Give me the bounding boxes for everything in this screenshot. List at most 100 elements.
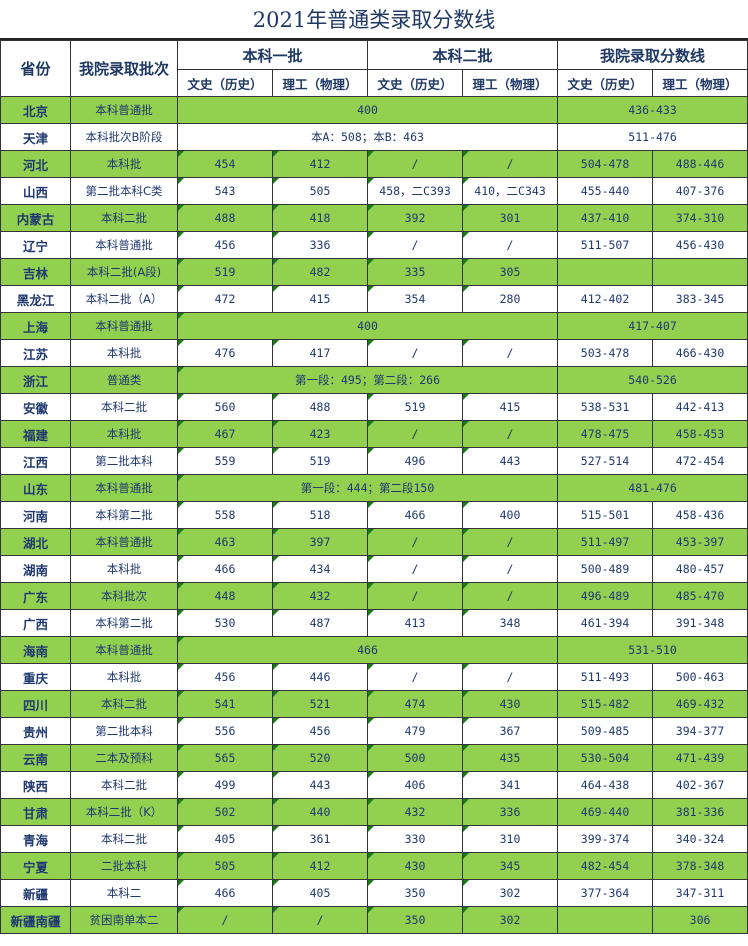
tier2-li-cell: / <box>462 150 559 178</box>
tier2-wen-cell: / <box>367 339 464 367</box>
table-row: 广西 本科第二批 530 487 413 348 461-394 391-348 <box>0 609 748 637</box>
college-wen-cell: 464-438 <box>557 771 654 799</box>
college-wen-cell: 509-485 <box>557 717 654 745</box>
tier1-li-cell: 518 <box>271 501 369 529</box>
tier2-wen-cell: 392 <box>367 204 464 232</box>
tier1-li-cell: 456 <box>271 717 369 745</box>
college-wen-cell: 455-440 <box>557 177 654 205</box>
merged-score-cell: 466 <box>176 636 559 664</box>
province-cell: 四川 <box>0 690 71 718</box>
tier1-wen-cell: 519 <box>177 258 273 286</box>
table-row: 陕西 本科二批 499 443 406 341 464-438 402-367 <box>0 771 748 799</box>
province-cell: 青海 <box>0 825 71 853</box>
tier1-wen-cell: 565 <box>177 744 273 772</box>
batch-cell: 本科普通批 <box>70 96 178 124</box>
college-wen-cell: 482-454 <box>557 852 654 880</box>
tier1-li-cell: 488 <box>271 393 369 421</box>
province-cell: 宁夏 <box>0 852 71 880</box>
tier2-li-cell: 410，二C343 <box>462 177 559 205</box>
batch-cell: 本科普通批 <box>70 312 178 340</box>
college-wen-cell <box>557 906 654 934</box>
college-li-cell: 466-430 <box>652 339 748 367</box>
batch-cell: 二批本科 <box>70 852 178 880</box>
tier2-li-cell: / <box>462 663 559 691</box>
province-cell: 甘肃 <box>0 798 71 826</box>
batch-cell: 本科批 <box>70 150 178 178</box>
college-wen-cell: 500-489 <box>557 555 654 583</box>
tier1-wen-cell: 488 <box>177 204 273 232</box>
table-row: 安徽 本科二批 560 488 519 415 538-531 442-413 <box>0 393 748 421</box>
tier1-wen-cell: 560 <box>177 393 273 421</box>
province-cell: 天津 <box>0 123 71 151</box>
tier1-wen-cell: 405 <box>177 825 273 853</box>
batch-cell: 本科批 <box>70 420 178 448</box>
province-cell: 安徽 <box>0 393 71 421</box>
tier1-li-cell: 415 <box>271 285 369 313</box>
college-wen-cell: 478-475 <box>557 420 654 448</box>
tier1-wen-cell: 463 <box>177 528 273 556</box>
tier2-li-cell: 341 <box>462 771 559 799</box>
table-row: 内蒙古 本科二批 488 418 392 301 437-410 374-310 <box>0 204 748 232</box>
tier1-li-cell: 443 <box>271 771 369 799</box>
score-table: 省份 我院录取批次 本科一批 本科二批 我院录取分数线 文史（历史） 理工（物理… <box>0 40 748 934</box>
college-li-cell: 340-324 <box>652 825 748 853</box>
college-wen-cell: 530-504 <box>557 744 654 772</box>
province-cell: 陕西 <box>0 771 71 799</box>
province-cell: 吉林 <box>0 258 71 286</box>
college-li-cell: 471-439 <box>652 744 748 772</box>
tier1-li-cell: 482 <box>271 258 369 286</box>
merged-score-cell: 第一段：444；第二段150 <box>176 474 559 502</box>
table-row: 甘肃 本科二批（K） 502 440 432 336 469-440 381-336 <box>0 798 748 826</box>
tier2-li-cell: 415 <box>462 393 559 421</box>
table-row: 山东 本科普通批 第一段：444；第二段150 481-476 <box>0 474 748 502</box>
college-wen-cell: 538-531 <box>557 393 654 421</box>
table-row: 新疆南疆 贫困南单本二 //350 302 306 <box>0 906 748 934</box>
college-wen-cell: 437-410 <box>557 204 654 232</box>
college-li-cell: 407-376 <box>652 177 748 205</box>
table-row: 福建 本科批 467 423//478-475 458-453 <box>0 420 748 448</box>
merged-score-cell: 第一段：495；第二段：266 <box>176 366 559 394</box>
tier2-wen-cell: 466 <box>367 501 464 529</box>
province-cell: 湖北 <box>0 528 71 556</box>
tier2-wen-cell: / <box>367 150 464 178</box>
tier2-wen-cell: 350 <box>367 879 464 907</box>
province-cell: 浙江 <box>0 366 71 394</box>
table-body: 北京 本科普通批 400 436-433 天津 本科批次B阶段 本A：508；本B：463 5… <box>0 96 748 934</box>
batch-cell: 本科普通批 <box>70 474 178 502</box>
province-cell: 福建 <box>0 420 71 448</box>
tier1-wen-cell: 543 <box>177 177 273 205</box>
table-row: 北京 本科普通批 400 436-433 <box>0 96 748 124</box>
college-score-range-cell: 481-476 <box>557 474 748 502</box>
tier2-li-cell: / <box>462 528 559 556</box>
province-cell: 湖南 <box>0 555 71 583</box>
college-li-cell: 500-463 <box>652 663 748 691</box>
table-row: 宁夏 二批本科 505 412 430 345 482-454 378-348 <box>0 852 748 880</box>
college-li-cell: 453-397 <box>652 528 748 556</box>
batch-cell: 本科二批 <box>70 204 178 232</box>
batch-cell: 第二批本科 <box>70 447 178 475</box>
college-wen-cell: 412-402 <box>557 285 654 313</box>
province-cell: 新疆 <box>0 879 71 907</box>
header-college-li: 理工（物理） <box>652 69 748 97</box>
header-province: 省份 <box>0 40 71 97</box>
college-li-cell: 378-348 <box>652 852 748 880</box>
tier1-li-cell: 521 <box>271 690 369 718</box>
batch-cell: 本科二批 <box>70 825 178 853</box>
tier1-li-cell: 487 <box>271 609 369 637</box>
tier2-li-cell: 435 <box>462 744 559 772</box>
batch-cell: 本科批 <box>70 663 178 691</box>
batch-cell: 第二批本科C类 <box>70 177 178 205</box>
table-row: 四川 本科二批 541 521 474 430 515-482 469-432 <box>0 690 748 718</box>
table-row: 黑龙江 本科二批（A） 472 415 354 280 412-402 383-345 <box>0 285 748 313</box>
tier1-li-cell: 505 <box>271 177 369 205</box>
batch-cell: 本科二 <box>70 879 178 907</box>
table-row: 江苏 本科批 476 417//503-478 466-430 <box>0 339 748 367</box>
province-cell: 重庆 <box>0 663 71 691</box>
college-li-cell: 383-345 <box>652 285 748 313</box>
table-row: 重庆 本科批 456 446//511-493 500-463 <box>0 663 748 691</box>
table-row: 浙江 普通类 第一段：495；第二段：266 540-526 <box>0 366 748 394</box>
college-wen-cell: 469-440 <box>557 798 654 826</box>
college-wen-cell: 527-514 <box>557 447 654 475</box>
tier2-li-cell: 348 <box>462 609 559 637</box>
header-tier1-wen: 文史（历史） <box>177 69 273 97</box>
